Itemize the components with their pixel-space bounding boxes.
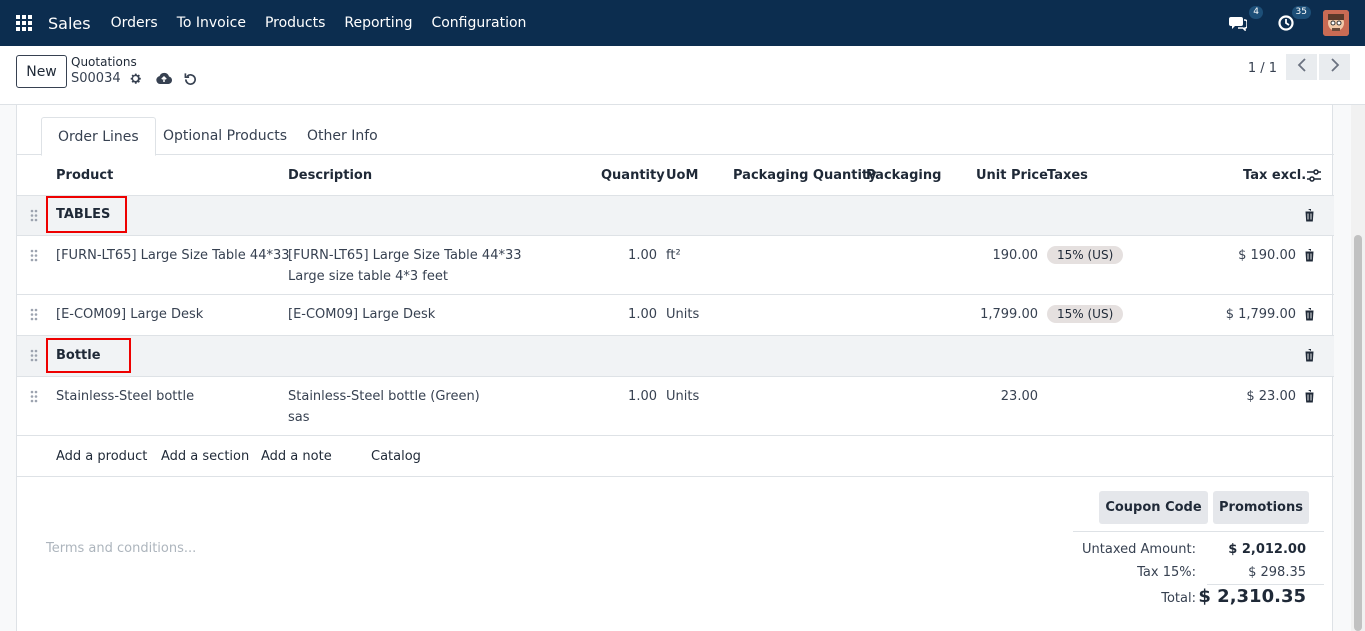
line-product[interactable]: Stainless-Steel bottle [56,389,194,404]
line-unit-price[interactable]: 190.00 [957,248,1039,263]
top-navbar: Sales Orders To Invoice Products Reporti… [0,0,1365,46]
drag-handle-icon[interactable] [30,349,38,366]
highlight-box [46,338,131,373]
line-product[interactable]: [FURN-LT65] Large Size Table 44*33 [56,248,290,263]
section-row[interactable]: TABLES [17,196,1334,236]
line-uom[interactable]: Units [666,389,699,404]
trash-icon[interactable] [1304,390,1315,407]
notebook-tabs: Order Lines Optional Products Other Info [17,105,1334,156]
record-name: S00034 [71,71,121,86]
add-note-link[interactable]: Add a note [261,449,332,464]
form-sheet: Order Lines Optional Products Other Info… [16,105,1334,631]
col-uom[interactable]: UoM [666,168,698,183]
col-unit-price[interactable]: Unit Price [976,168,1048,183]
app-brand[interactable]: Sales [48,14,91,33]
save-cloud-icon[interactable] [155,72,172,85]
chevron-right-icon [1330,58,1340,76]
tax-badge[interactable]: 15% (US) [1047,246,1124,264]
trash-icon[interactable] [1304,249,1315,266]
trash-icon[interactable] [1304,349,1315,366]
tab-other-info[interactable]: Other Info [291,117,394,155]
tax-badge[interactable]: 15% (US) [1047,305,1124,323]
menu-orders[interactable]: Orders [111,15,158,31]
untaxed-amount: $ 2,012.00 [1228,542,1306,557]
new-button[interactable]: New [16,55,67,88]
line-uom[interactable]: ft² [666,248,681,263]
tax-amount: $ 298.35 [1248,565,1306,580]
line-subtotal: $ 190.00 [1238,248,1296,263]
col-packaging-quantity[interactable]: Packaging Quantity [733,168,877,183]
apps-menu-icon[interactable] [0,0,48,46]
discard-icon[interactable] [184,72,197,85]
table-row[interactable]: [FURN-LT65] Large Size Table 44*33 [FURN… [17,236,1334,295]
grand-total-divider [1207,584,1324,585]
promotions-button[interactable]: Promotions [1213,491,1309,524]
pager-next-button[interactable] [1319,54,1350,80]
breadcrumb-quotations[interactable]: Quotations [71,55,137,69]
tab-optional-products[interactable]: Optional Products [147,117,303,155]
tab-order-lines[interactable]: Order Lines [41,117,156,156]
pager-value[interactable]: 1 / 1 [1248,61,1277,76]
line-description[interactable]: [FURN-LT65] Large Size Table 44*33 [288,248,522,263]
total-label: Total: [1161,591,1196,606]
gear-icon[interactable] [129,72,142,85]
line-description-detail[interactable]: Large size table 4*3 feet [288,269,448,284]
line-description[interactable]: [E-COM09] Large Desk [288,307,435,322]
line-subtotal: $ 1,799.00 [1225,307,1296,322]
coupon-code-button[interactable]: Coupon Code [1099,491,1208,524]
total-amount: $ 2,310.35 [1198,586,1306,607]
line-unit-price[interactable]: 1,799.00 [957,307,1038,322]
table-row[interactable]: Stainless-Steel bottle Stainless-Steel b… [17,377,1334,436]
chevron-left-icon [1297,58,1307,76]
col-tax-excl[interactable]: Tax excl. [1243,168,1306,183]
add-product-link[interactable]: Add a product [56,449,147,464]
drag-handle-icon[interactable] [30,308,38,325]
col-quantity[interactable]: Quantity [601,168,665,183]
line-quantity[interactable]: 1.00 [597,248,657,263]
col-taxes[interactable]: Taxes [1047,168,1088,183]
line-quantity[interactable]: 1.00 [597,389,657,404]
trash-icon[interactable] [1304,209,1315,226]
section-row[interactable]: Bottle [17,336,1334,377]
line-uom[interactable]: Units [666,307,699,322]
messages-badge: 4 [1249,6,1263,19]
line-description-detail[interactable]: sas [288,410,310,425]
totals-divider [1073,531,1324,532]
col-packaging[interactable]: Packaging [866,168,941,183]
catalog-link[interactable]: Catalog [371,449,421,464]
table-row[interactable]: [E-COM09] Large Desk [E-COM09] Large Des… [17,295,1334,336]
terms-input[interactable]: Terms and conditions... [46,541,196,556]
pager-previous-button[interactable] [1286,54,1317,80]
scrollbar[interactable] [1351,105,1365,631]
menu-configuration[interactable]: Configuration [431,15,526,31]
drag-handle-icon[interactable] [30,209,38,226]
line-description[interactable]: Stainless-Steel bottle (Green) [288,389,480,404]
user-avatar[interactable] [1323,10,1349,36]
activities-badge: 35 [1291,6,1311,19]
col-description[interactable]: Description [288,168,372,183]
menu-products[interactable]: Products [265,15,325,31]
add-line-row: Add a product Add a section Add a note C… [17,436,1334,477]
line-product[interactable]: [E-COM09] Large Desk [56,307,203,322]
messages-icon[interactable]: 4 [1227,6,1263,34]
highlight-box [46,196,127,233]
trash-icon[interactable] [1304,308,1315,325]
menu-to-invoice[interactable]: To Invoice [177,15,246,31]
line-subtotal: $ 23.00 [1246,389,1296,404]
menu-reporting[interactable]: Reporting [344,15,412,31]
record-title-line: S00034 [71,71,197,86]
line-unit-price[interactable]: 23.00 [957,389,1038,404]
drag-handle-icon[interactable] [30,249,38,266]
add-section-link[interactable]: Add a section [161,449,249,464]
scrollbar-thumb[interactable] [1354,235,1362,631]
untaxed-label: Untaxed Amount: [1082,542,1196,557]
table-header: Product Description Quantity UoM Packagi… [17,155,1334,196]
control-panel: New Quotations S00034 1 / 1 [0,46,1365,105]
tax-label: Tax 15%: [1137,565,1196,580]
optional-columns-icon[interactable] [1307,169,1321,186]
col-product[interactable]: Product [56,168,113,183]
activities-icon[interactable]: 35 [1275,6,1311,34]
drag-handle-icon[interactable] [30,390,38,407]
line-quantity[interactable]: 1.00 [597,307,657,322]
